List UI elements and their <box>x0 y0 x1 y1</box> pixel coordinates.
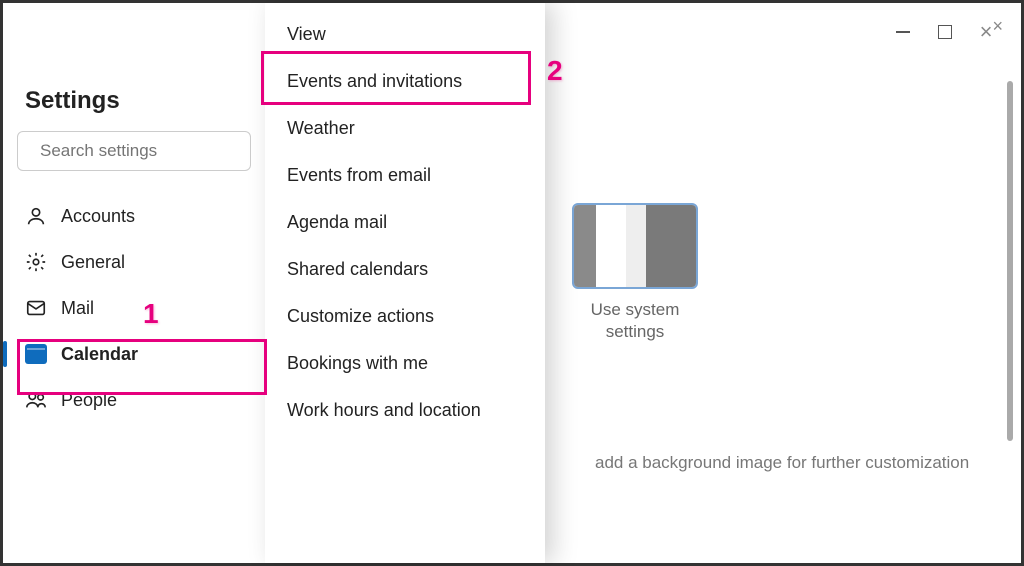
sidebar-item-general[interactable]: General <box>17 239 251 285</box>
theme-thumbnail <box>572 203 698 289</box>
subnav-item-agenda-mail[interactable]: Agenda mail <box>265 199 545 246</box>
gear-icon <box>25 251 47 273</box>
minimize-button[interactable] <box>896 31 910 33</box>
sidebar-item-label: Accounts <box>61 206 135 227</box>
subnav-item-weather[interactable]: Weather <box>265 105 545 152</box>
sidebar-item-label: People <box>61 390 117 411</box>
maximize-button[interactable] <box>938 25 952 39</box>
mail-icon <box>25 297 47 319</box>
subnav-label: Work hours and location <box>287 400 481 421</box>
sidebar-item-label: General <box>61 252 125 273</box>
close-icon[interactable]: × <box>992 19 1003 39</box>
window-controls: × × <box>896 25 1003 39</box>
sidebar-item-mail[interactable]: Mail <box>17 285 251 331</box>
theme-label: Use system settings <box>565 299 705 343</box>
subnav-item-events-from-email[interactable]: Events from email <box>265 152 545 199</box>
subnav-label: Events from email <box>287 165 431 186</box>
subnav-item-customize-actions[interactable]: Customize actions <box>265 293 545 340</box>
close-icon[interactable]: × <box>980 25 993 39</box>
content-pane: Use system settings add a background ima… <box>545 3 1021 563</box>
subnav-item-events-invitations[interactable]: Events and invitations <box>265 58 545 105</box>
subnav-label: Bookings with me <box>287 353 428 374</box>
sidebar-item-people[interactable]: People <box>17 377 251 423</box>
background-hint-text: add a background image for further custo… <box>595 453 969 473</box>
calendar-icon <box>25 343 47 365</box>
theme-option-system[interactable]: Use system settings <box>565 203 705 343</box>
settings-title: Settings <box>25 87 251 115</box>
subnav-label: Customize actions <box>287 306 434 327</box>
sidebar-item-calendar[interactable]: Calendar <box>17 331 251 377</box>
annotation-callout-1: 1 <box>143 298 159 330</box>
sidebar-item-label: Mail <box>61 298 94 319</box>
calendar-subnav: View Events and invitations Weather Even… <box>265 3 545 563</box>
subnav-item-bookings-with-me[interactable]: Bookings with me <box>265 340 545 387</box>
app-window: × × Settings Accounts General <box>0 0 1024 566</box>
subnav-label: Shared calendars <box>287 259 428 280</box>
subnav-item-view[interactable]: View <box>265 11 545 58</box>
sidebar-item-label: Calendar <box>61 344 138 365</box>
subnav-label: Agenda mail <box>287 212 387 233</box>
subnav-item-work-hours-location[interactable]: Work hours and location <box>265 387 545 434</box>
subnav-label: View <box>287 24 326 45</box>
subnav-label: Events and invitations <box>287 71 462 92</box>
settings-sidebar: Settings Accounts General Mail <box>3 73 265 423</box>
search-input[interactable] <box>40 141 261 161</box>
annotation-callout-2: 2 <box>547 55 563 87</box>
subnav-label: Weather <box>287 118 355 139</box>
people-icon <box>25 389 47 411</box>
search-box[interactable] <box>17 131 251 171</box>
close-buttons-group: × × <box>980 25 1003 39</box>
person-icon <box>25 205 47 227</box>
subnav-item-shared-calendars[interactable]: Shared calendars <box>265 246 545 293</box>
sidebar-item-accounts[interactable]: Accounts <box>17 193 251 239</box>
